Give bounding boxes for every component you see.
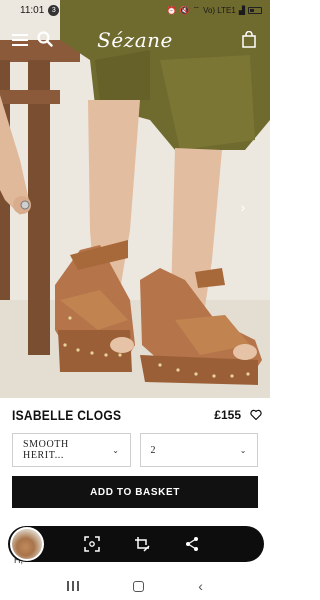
brand-logo[interactable]: Sézane (0, 28, 270, 52)
alarm-icon: ⏰ (166, 5, 177, 15)
status-left: 11:01 3 (20, 4, 60, 16)
status-icons: ⏰ 🔇 ⌔ Vo) LTE1 ▟ (167, 5, 262, 15)
size-select-value: 2 (150, 444, 157, 456)
product-hero-image[interactable] (0, 0, 270, 398)
mute-icon: 🔇 (179, 5, 190, 15)
gallery-next-arrow-icon[interactable]: › (236, 200, 250, 214)
status-bar: 11:01 3 ⏰ 🔇 ⌔ Vo) LTE1 ▟ (0, 0, 270, 20)
share-icon[interactable] (184, 536, 200, 552)
product-title: ISABELLE CLOGS (12, 407, 122, 423)
system-navigation-bar: ‹ (0, 572, 270, 600)
shopping-bag-icon[interactable] (242, 31, 256, 48)
screenshot-thumbnail[interactable] (10, 527, 44, 561)
product-header: ISABELLE CLOGS £155 (12, 404, 262, 426)
chevron-down-icon: ⌄ (112, 445, 120, 455)
crop-edit-icon[interactable] (134, 536, 150, 552)
clock: 11:01 (20, 4, 45, 16)
color-select[interactable]: SMOOTH HERIT... ⌄ (12, 433, 131, 467)
notification-count-badge: 3 (48, 4, 60, 16)
chevron-down-icon: ⌄ (239, 445, 247, 455)
variant-selectors: SMOOTH HERIT... ⌄ 2 ⌄ (12, 433, 258, 467)
network-label: Vo) LTE1 (203, 5, 236, 15)
product-price: £155 (214, 408, 241, 422)
product-photo (0, 0, 270, 398)
site-header: Sézane (0, 28, 270, 54)
home-icon[interactable] (133, 580, 145, 592)
price-area: £155 (214, 408, 262, 422)
size-select[interactable]: 2 ⌄ (139, 433, 258, 467)
back-icon[interactable]: ‹ (198, 579, 203, 593)
screenshot-toolbar (8, 526, 264, 562)
color-select-value: SMOOTH HERIT... (23, 439, 69, 461)
recents-icon[interactable] (67, 581, 80, 591)
signal-icon: ▟ (238, 5, 245, 15)
wifi-icon: ⌔ (192, 5, 201, 14)
scan-icon[interactable] (84, 536, 100, 552)
add-to-basket-button[interactable]: ADD TO BASKET (12, 476, 258, 508)
heart-icon[interactable] (250, 409, 262, 421)
battery-icon (248, 6, 262, 14)
